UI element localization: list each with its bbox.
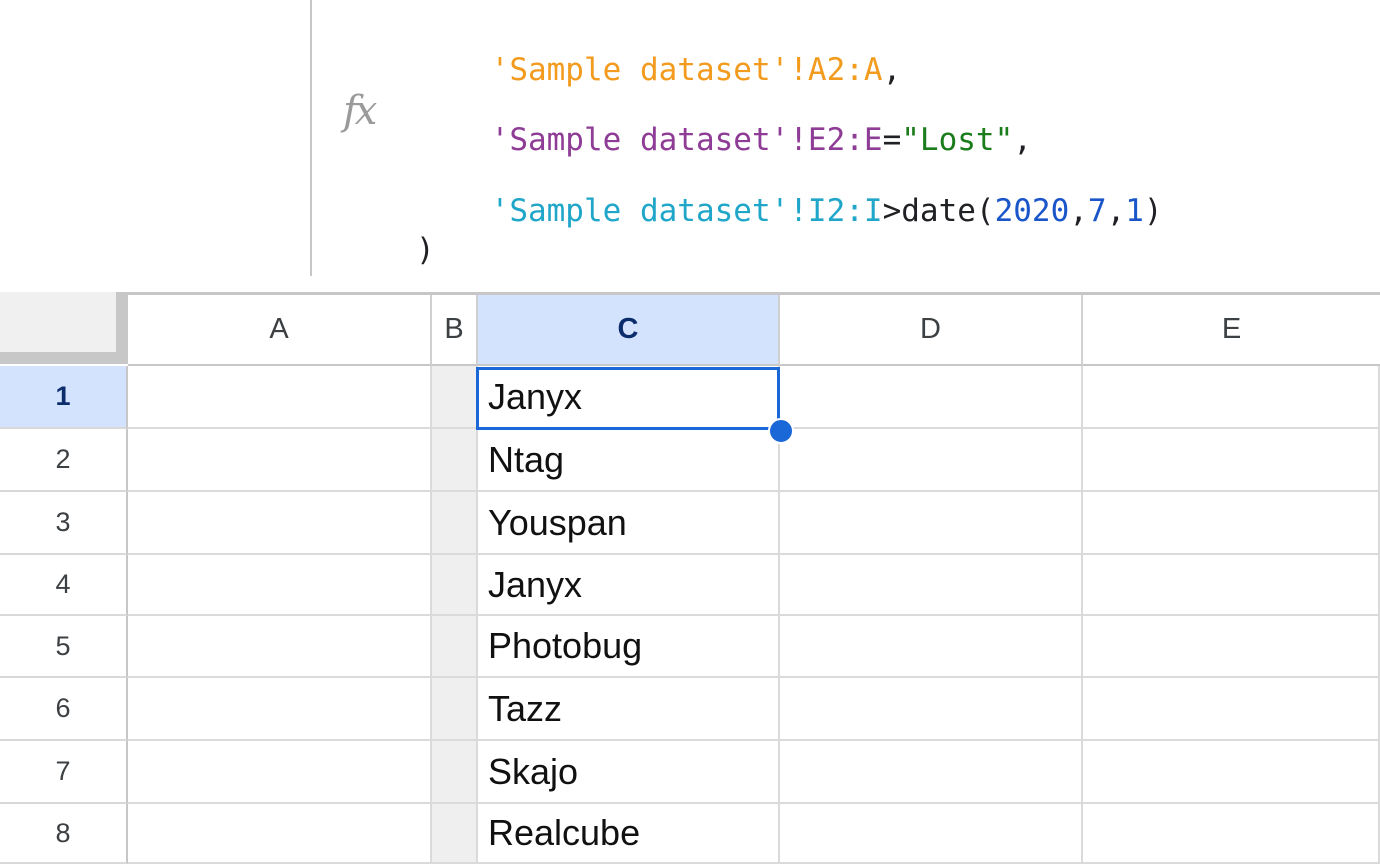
cell-d8[interactable]	[780, 804, 1083, 864]
formula-comma: ,	[1069, 193, 1088, 229]
cell-d6[interactable]	[780, 678, 1083, 741]
cell-a5[interactable]	[128, 616, 432, 678]
cell-c3[interactable]: Youspan	[478, 492, 780, 555]
cell-d5[interactable]	[780, 616, 1083, 678]
cell-d1[interactable]	[780, 366, 1083, 429]
cell-b6[interactable]	[432, 678, 478, 741]
freeze-handle-horizontal[interactable]	[0, 352, 128, 364]
cell-e4[interactable]	[1083, 555, 1380, 616]
formula-bar[interactable]: fx 'Sample dataset'!A2:A, 'Sample datase…	[0, 0, 1380, 292]
cell-value: Janyx	[488, 375, 583, 417]
formula-comma: ,	[1106, 193, 1126, 229]
cell-c2[interactable]: Ntag	[478, 429, 780, 492]
formula-bar-divider	[310, 0, 312, 276]
formula-number: 2020	[994, 193, 1070, 229]
cell-b8[interactable]	[432, 804, 478, 864]
cell-d7[interactable]	[780, 741, 1083, 804]
cell-c4[interactable]: Janyx	[478, 555, 780, 616]
column-header-c[interactable]: C	[478, 295, 780, 366]
cell-a4[interactable]	[128, 555, 432, 616]
formula-line-4[interactable]: )	[416, 235, 435, 266]
cell-c1[interactable]: Janyx	[478, 366, 780, 429]
formula-string: "Lost"	[901, 122, 1014, 158]
cell-value: Tazz	[488, 687, 563, 729]
row-header-4[interactable]: 4	[0, 555, 128, 616]
cell-c6[interactable]: Tazz	[478, 678, 780, 741]
cell-b7[interactable]	[432, 741, 478, 804]
cell-value: Youspan	[488, 501, 627, 543]
cell-b5[interactable]	[432, 616, 478, 678]
column-header-b[interactable]: B	[432, 295, 478, 366]
cell-b4[interactable]	[432, 555, 478, 616]
cell-e2[interactable]	[1083, 429, 1380, 492]
cell-b1[interactable]	[432, 366, 478, 429]
cell-e8[interactable]	[1083, 804, 1380, 864]
formula-paren: )	[1143, 193, 1163, 229]
cell-e1[interactable]	[1083, 366, 1380, 429]
cell-a2[interactable]	[128, 429, 432, 492]
formula-operator: =	[882, 122, 902, 158]
row-header-2[interactable]: 2	[0, 429, 128, 492]
cell-e7[interactable]	[1083, 741, 1380, 804]
cell-d2[interactable]	[780, 429, 1083, 492]
cell-value: Skajo	[488, 750, 579, 792]
cell-a6[interactable]	[128, 678, 432, 741]
cell-value: Janyx	[488, 563, 583, 605]
formula-number: 1	[1125, 193, 1144, 229]
column-header-e[interactable]: E	[1083, 295, 1380, 366]
row-header-6[interactable]: 6	[0, 678, 128, 741]
cell-value: Ntag	[488, 438, 565, 480]
cell-c5[interactable]: Photobug	[478, 616, 780, 678]
formula-ref-2: 'Sample dataset'!E2:E	[490, 122, 883, 158]
formula-number: 7	[1087, 193, 1107, 229]
formula-ref-1: 'Sample dataset'!A2:A	[490, 52, 883, 88]
cell-c7[interactable]: Skajo	[478, 741, 780, 804]
cell-d4[interactable]	[780, 555, 1083, 616]
formula-text: ,	[882, 52, 902, 88]
cell-e6[interactable]	[1083, 678, 1380, 741]
cell-b2[interactable]	[432, 429, 478, 492]
fx-icon: fx	[343, 88, 377, 134]
formula-function: >date(	[882, 193, 995, 229]
cell-e3[interactable]	[1083, 492, 1380, 555]
cell-a3[interactable]	[128, 492, 432, 555]
cell-e5[interactable]	[1083, 616, 1380, 678]
column-header-a[interactable]: A	[128, 295, 432, 366]
row-header-7[interactable]: 7	[0, 741, 128, 804]
cell-a7[interactable]	[128, 741, 432, 804]
formula-text: ,	[1013, 122, 1032, 158]
cell-b3[interactable]	[432, 492, 478, 555]
cell-c8[interactable]: Realcube	[478, 804, 780, 864]
row-header-3[interactable]: 3	[0, 492, 128, 555]
fill-handle[interactable]	[768, 418, 794, 444]
cell-value: Photobug	[488, 625, 643, 666]
column-header-d[interactable]: D	[780, 295, 1083, 366]
row-header-8[interactable]: 8	[0, 804, 128, 864]
row-header-5[interactable]: 5	[0, 616, 128, 678]
formula-ref-3: 'Sample dataset'!I2:I	[490, 193, 883, 229]
cell-a8[interactable]	[128, 804, 432, 864]
cell-value: Realcube	[488, 812, 641, 853]
cell-a1[interactable]	[128, 366, 432, 429]
cell-d3[interactable]	[780, 492, 1083, 555]
formula-line-3[interactable]: 'Sample dataset'!I2:I>date(2020,7,1)	[416, 165, 1163, 258]
row-header-1[interactable]: 1	[0, 366, 128, 429]
